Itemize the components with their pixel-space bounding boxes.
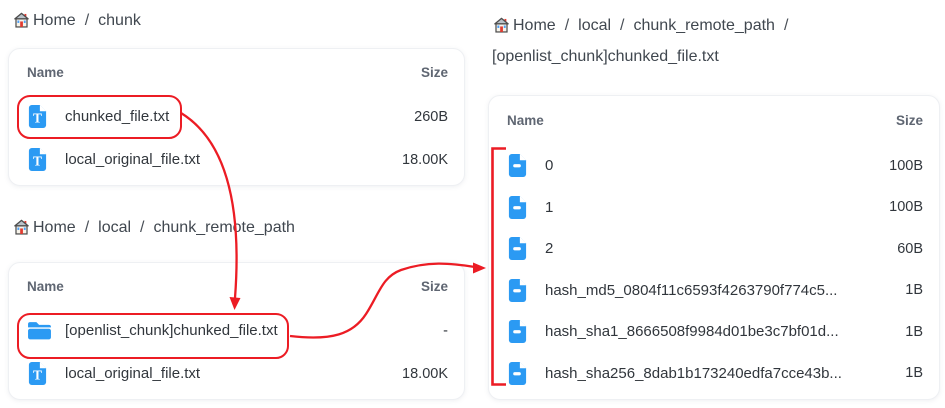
file-size: 18.00K (402, 365, 448, 382)
column-header-size[interactable]: Size (421, 65, 448, 80)
column-header-size[interactable]: Size (896, 113, 923, 128)
table-header: Name Size (507, 96, 923, 145)
breadcrumb-separator: / (620, 16, 625, 34)
folder-row-openlist-chunk[interactable]: [openlist_chunk]chunked_file.txt - (27, 309, 448, 352)
chunk-file-icon (507, 278, 533, 303)
file-manager-screenshot: Home / chunk Name Size chunked_file.txt … (0, 0, 945, 408)
file-name: hash_md5_0804f11c6593f4263790f774c5... (545, 281, 838, 299)
file-name: hash_sha256_8dab1b173240edfa7cce43b... (545, 364, 842, 382)
file-size: 100B (889, 199, 923, 216)
chunk-file-icon (507, 236, 533, 261)
file-row-local-original[interactable]: local_original_file.txt 18.00K (27, 138, 448, 181)
breadcrumb-separator: / (84, 218, 90, 236)
file-row-chunked-file[interactable]: chunked_file.txt 260B (27, 95, 448, 138)
home-icon[interactable] (12, 218, 31, 237)
text-file-icon (27, 104, 53, 129)
file-name: hash_sha1_8666508f9984d01be3c7bf01d... (545, 323, 839, 341)
column-header-name[interactable]: Name (27, 65, 421, 80)
file-row-chunk-1[interactable]: 1 100B (507, 187, 923, 229)
chunk-file-icon (507, 361, 533, 386)
breadcrumb-item-home[interactable]: Home (33, 219, 76, 237)
breadcrumb-item-openlist-chunk[interactable]: [openlist_chunk]chunked_file.txt (492, 48, 719, 66)
folder-size: - (443, 322, 448, 339)
file-row-hash-md5[interactable]: hash_md5_0804f11c6593f4263790f774c5... 1… (507, 270, 923, 312)
breadcrumb-item-chunk[interactable]: chunk (98, 12, 141, 30)
file-row-local-original[interactable]: local_original_file.txt 18.00K (27, 352, 448, 395)
text-file-icon (27, 361, 53, 386)
breadcrumb-item-chunk-remote-path[interactable]: chunk_remote_path (634, 17, 775, 35)
breadcrumb-separator: / (140, 218, 145, 236)
file-row-chunk-2[interactable]: 2 60B (507, 228, 923, 270)
file-name: 1 (545, 198, 554, 216)
breadcrumb-chunk-contents: Home / local / chunk_remote_path / [open… (492, 16, 930, 66)
breadcrumb-separator: / (783, 16, 789, 34)
folder-name: [openlist_chunk]chunked_file.txt (65, 322, 278, 339)
home-icon[interactable] (492, 16, 511, 35)
breadcrumb-separator: / (564, 16, 570, 34)
breadcrumb-item-local[interactable]: local (578, 17, 611, 35)
file-row-hash-sha1[interactable]: hash_sha1_8666508f9984d01be3c7bf01d... 1… (507, 311, 923, 353)
file-list-card-chunk: Name Size chunked_file.txt 260B local_or… (8, 48, 465, 186)
file-name: local_original_file.txt (65, 365, 201, 382)
chunk-file-icon (507, 195, 533, 220)
file-size: 1B (905, 282, 923, 299)
breadcrumb-item-home[interactable]: Home (513, 17, 556, 35)
chunk-file-icon (507, 153, 533, 178)
file-size: 260B (414, 108, 448, 125)
file-list-card-chunk-contents: Name Size 0 100B 1 100B 2 60B hash_md5_0… (488, 95, 940, 400)
file-name: 0 (545, 157, 554, 175)
file-size: 60B (897, 240, 923, 257)
table-header: Name Size (27, 49, 448, 95)
table-header: Name Size (27, 263, 448, 309)
breadcrumb-separator: / (84, 11, 90, 29)
file-name: local_original_file.txt (65, 151, 201, 168)
breadcrumb-item-home[interactable]: Home (33, 12, 76, 30)
breadcrumb-chunk: Home / chunk (12, 11, 141, 30)
file-list-card-chunk-remote-path: Name Size [openlist_chunk]chunked_file.t… (8, 262, 465, 400)
home-icon[interactable] (12, 11, 31, 30)
annotation-arrowhead-right (473, 262, 486, 274)
column-header-name[interactable]: Name (27, 279, 421, 294)
column-header-name[interactable]: Name (507, 113, 896, 128)
file-row-chunk-0[interactable]: 0 100B (507, 145, 923, 187)
file-size: 1B (905, 323, 923, 340)
text-file-icon (27, 147, 53, 172)
breadcrumb-item-local[interactable]: local (98, 219, 131, 237)
file-size: 18.00K (402, 151, 448, 168)
file-name: chunked_file.txt (65, 108, 170, 125)
file-row-hash-sha256[interactable]: hash_sha256_8dab1b173240edfa7cce43b... 1… (507, 353, 923, 395)
folder-icon (27, 320, 53, 341)
chunk-file-icon (507, 319, 533, 344)
column-header-size[interactable]: Size (421, 279, 448, 294)
file-name: 2 (545, 240, 554, 258)
breadcrumb-chunk-remote-path: Home / local / chunk_remote_path (12, 218, 295, 237)
breadcrumb-item-chunk-remote-path[interactable]: chunk_remote_path (154, 219, 295, 237)
file-size: 1B (905, 365, 923, 382)
file-size: 100B (889, 157, 923, 174)
